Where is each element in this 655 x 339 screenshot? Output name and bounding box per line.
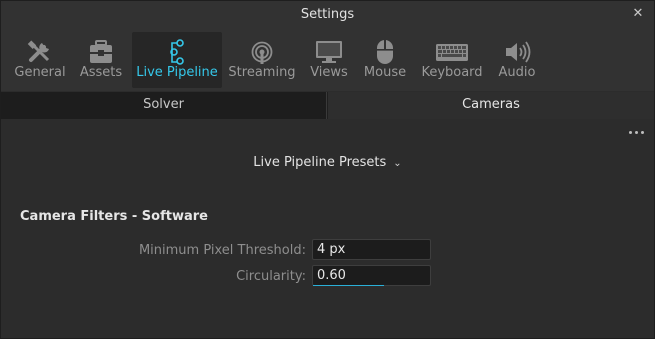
speaker-icon bbox=[506, 41, 531, 63]
chevron-down-icon: ⌄ bbox=[393, 158, 402, 169]
min-pixel-threshold-field[interactable]: 4 px bbox=[312, 239, 431, 260]
toolbar-item-views[interactable]: Views bbox=[306, 32, 352, 88]
toolbar-label-assets: Assets bbox=[79, 65, 123, 80]
presets-dropdown[interactable]: Live Pipeline Presets ⌄ bbox=[1, 155, 654, 170]
circularity-value: 0.60 bbox=[317, 268, 346, 283]
toolbar-item-streaming[interactable]: Streaming bbox=[228, 32, 296, 88]
tools-icon bbox=[27, 40, 50, 62]
close-button[interactable]: ✕ bbox=[630, 6, 646, 22]
section-title: Camera Filters - Software bbox=[20, 209, 208, 224]
min-pixel-threshold-label: Minimum Pixel Threshold: bbox=[138, 243, 306, 258]
tab-cameras[interactable]: Cameras bbox=[328, 92, 654, 119]
toolbar-label-live-pipeline: Live Pipeline bbox=[136, 65, 218, 80]
toolbar-label-streaming: Streaming bbox=[228, 65, 296, 80]
toolbar-label-audio: Audio bbox=[498, 65, 536, 80]
toolbar-item-live-pipeline[interactable]: Live Pipeline bbox=[132, 32, 222, 88]
settings-tabs: Solver Cameras bbox=[1, 92, 654, 119]
pipeline-icon bbox=[170, 39, 184, 65]
focus-underline bbox=[313, 285, 384, 286]
window-title: Settings bbox=[300, 7, 355, 22]
title-bar: Settings ✕ bbox=[1, 1, 654, 29]
circularity-field[interactable]: 0.60 bbox=[312, 265, 431, 286]
toolbar-item-mouse[interactable]: Mouse bbox=[361, 32, 409, 88]
toolbar-item-assets[interactable]: Assets bbox=[75, 32, 127, 88]
circularity-label: Circularity: bbox=[236, 269, 306, 284]
toolbar-item-keyboard[interactable]: Keyboard bbox=[420, 32, 484, 88]
settings-window: Settings ✕ General Assets Live Pipeline … bbox=[0, 0, 655, 339]
settings-toolbar: General Assets Live Pipeline Streaming V… bbox=[1, 29, 654, 91]
toolbar-label-keyboard: Keyboard bbox=[421, 65, 483, 80]
monitor-icon bbox=[316, 41, 342, 63]
keyboard-icon bbox=[436, 44, 468, 61]
assets-icon bbox=[90, 40, 112, 63]
toolbar-label-general: General bbox=[14, 65, 66, 80]
presets-label: Live Pipeline Presets bbox=[253, 155, 387, 170]
mouse-icon bbox=[377, 40, 393, 64]
toolbar-label-mouse: Mouse bbox=[363, 65, 407, 80]
toolbar-label-views: Views bbox=[310, 65, 348, 80]
cameras-panel: Live Pipeline Presets ⌄ Camera Filters - … bbox=[1, 119, 654, 338]
tab-solver[interactable]: Solver bbox=[1, 92, 327, 119]
streaming-icon bbox=[251, 41, 273, 64]
toolbar-item-general[interactable]: General bbox=[11, 32, 69, 88]
toolbar-item-audio[interactable]: Audio bbox=[495, 32, 539, 88]
more-options-icon[interactable] bbox=[628, 125, 646, 139]
